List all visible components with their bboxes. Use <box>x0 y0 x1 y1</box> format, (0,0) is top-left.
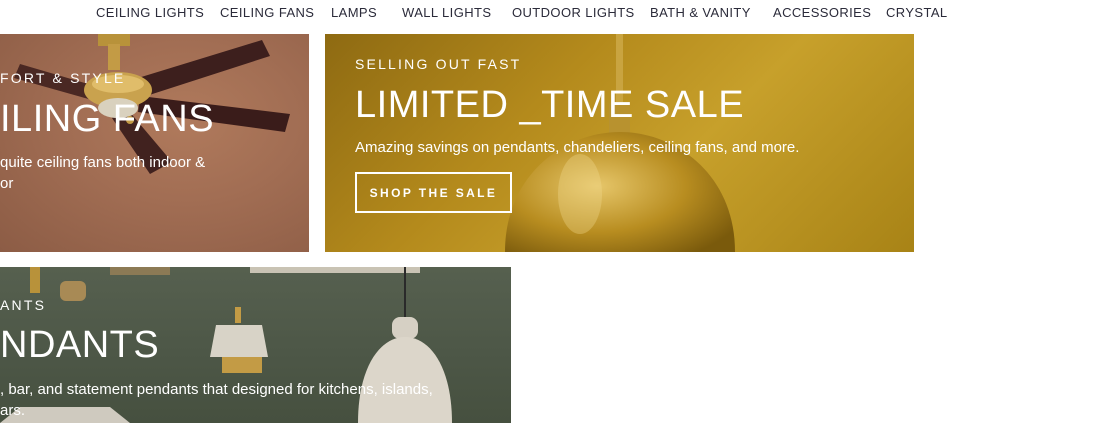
nav-bath-vanity[interactable]: BATH & VANITY <box>650 5 751 20</box>
nav-crystal[interactable]: CRYSTAL <box>886 5 948 20</box>
pendants-description-line-1: , bar, and statement pendants that desig… <box>0 381 433 398</box>
nav-ceiling-fans[interactable]: CEILING FANS <box>220 5 314 20</box>
nav-outdoor-lights[interactable]: OUTDOOR LIGHTS <box>512 5 635 20</box>
pendants-promo-tile[interactable]: ANTS NDANTS , bar, and statement pendant… <box>0 267 511 423</box>
nav-wall-lights[interactable]: WALL LIGHTS <box>402 5 491 20</box>
nav-lamps[interactable]: LAMPS <box>331 5 377 20</box>
shop-the-sale-button[interactable]: SHOP THE SALE <box>355 172 512 213</box>
fans-eyebrow: FORT & STYLE <box>0 70 126 86</box>
sale-promo-tile[interactable]: SELLING OUT FAST LIMITED _TIME SALE Amaz… <box>325 34 914 252</box>
sale-headline: LIMITED _TIME SALE <box>355 84 745 126</box>
nav-accessories[interactable]: ACCESSORIES <box>773 5 871 20</box>
pendants-eyebrow: ANTS <box>0 297 47 313</box>
sale-eyebrow: SELLING OUT FAST <box>355 56 522 72</box>
ceiling-fans-promo-tile[interactable]: FORT & STYLE ILING FANS quite ceiling fa… <box>0 34 309 252</box>
sale-description: Amazing savings on pendants, chandeliers… <box>355 139 800 156</box>
fans-description-line-2: or <box>0 175 14 192</box>
fans-headline: ILING FANS <box>0 98 215 140</box>
nav-ceiling-lights[interactable]: CEILING LIGHTS <box>96 5 204 20</box>
ceiling-fan-image <box>14 34 290 174</box>
fans-description-line-1: quite ceiling fans both indoor & <box>0 154 206 171</box>
pendants-description-line-2: ars. <box>0 402 26 419</box>
main-nav: CEILING LIGHTS CEILING FANS LAMPS WALL L… <box>0 0 1100 34</box>
pendants-headline: NDANTS <box>0 324 160 366</box>
